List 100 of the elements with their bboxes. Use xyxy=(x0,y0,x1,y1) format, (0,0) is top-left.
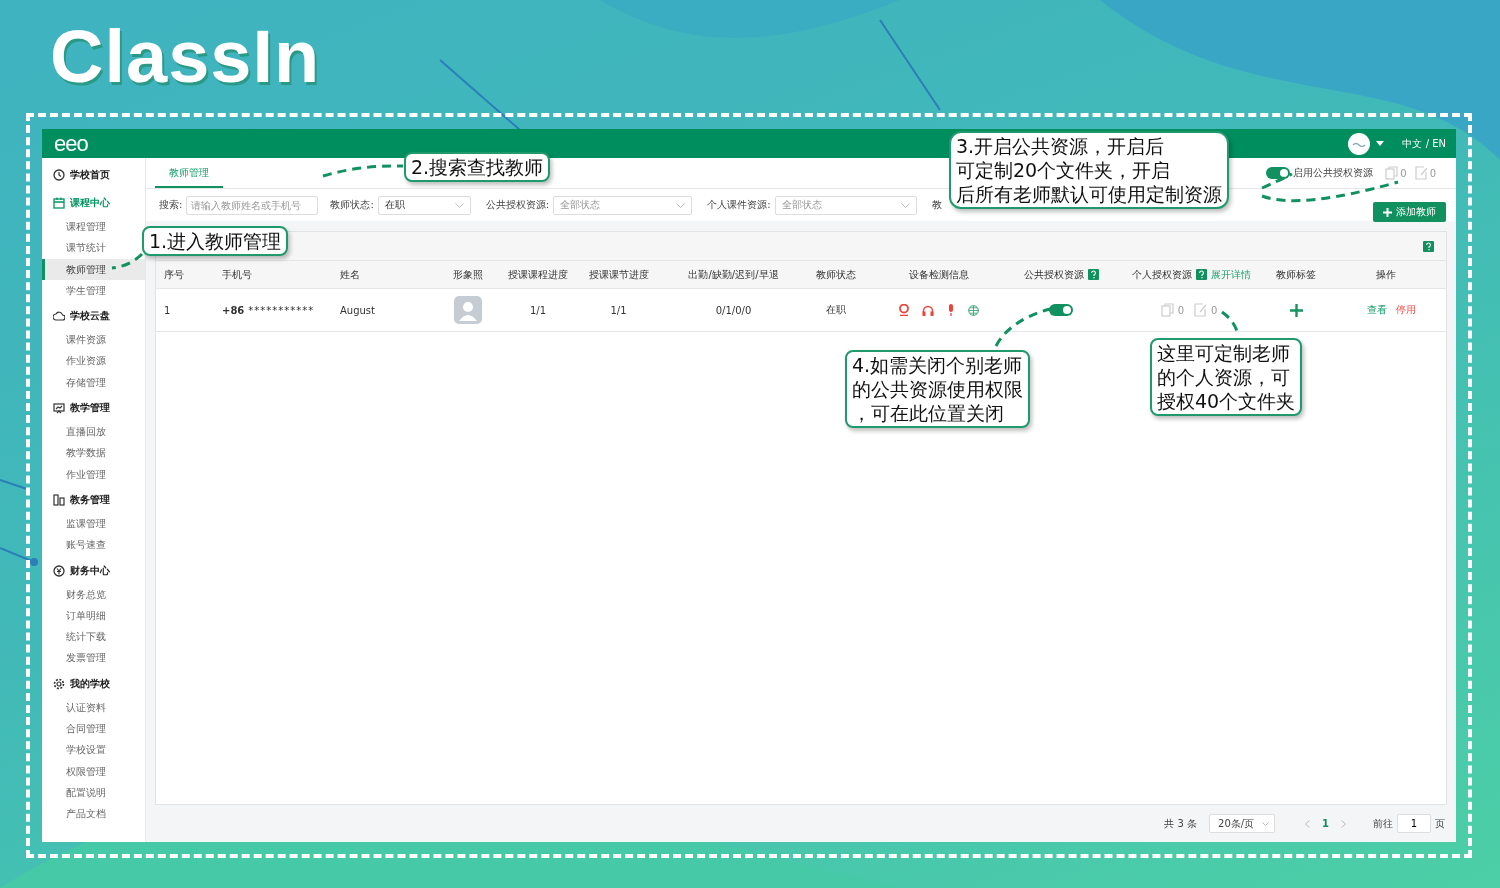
sidebar-item[interactable]: 学生管理 xyxy=(42,279,145,302)
webcam-icon xyxy=(898,304,909,316)
column-header: 公共授权资源 xyxy=(1023,267,1084,282)
brand-logo: ClassIn xyxy=(50,14,321,99)
settings-icon xyxy=(53,677,65,690)
chart-board-icon xyxy=(53,402,65,415)
sidebar-group[interactable]: 教务管理 xyxy=(42,486,145,513)
filter-label: 教 xyxy=(931,198,942,212)
column-header: 手机号 xyxy=(222,267,252,282)
column-header: 教师状态 xyxy=(816,267,856,282)
sidebar-item[interactable]: 账号速查 xyxy=(42,534,145,556)
table-cell: *********** xyxy=(248,304,315,316)
column-header: 姓名 xyxy=(340,267,360,282)
help-icon[interactable] xyxy=(1195,269,1207,280)
disable-link[interactable]: 停用 xyxy=(1395,303,1416,317)
expand-details-link[interactable]: 展开详情 xyxy=(1210,267,1251,282)
chevron-down-icon xyxy=(676,202,686,208)
help-icon[interactable] xyxy=(1087,269,1099,280)
page-input[interactable]: 1 xyxy=(1397,814,1431,833)
sidebar-item[interactable]: 学校设置 xyxy=(42,739,145,761)
yen-icon xyxy=(53,564,65,577)
page-size-select[interactable]: 20条/页 xyxy=(1209,814,1276,833)
table-cell: 1 xyxy=(164,304,171,316)
chevron-down-icon xyxy=(900,202,910,208)
sidebar-group[interactable]: 学校云盘 xyxy=(42,303,145,330)
chevron-down-icon xyxy=(454,202,464,208)
sidebar-item[interactable]: 配置说明 xyxy=(42,781,145,804)
microphone-icon xyxy=(946,304,955,316)
callout-note: 这里可定制老师 的个人资源，可 授权40个文件夹 xyxy=(1150,338,1303,416)
sidebar-item[interactable]: 统计下载 xyxy=(42,626,145,648)
sidebar-group[interactable]: 学校首页 xyxy=(42,162,145,188)
avatar-icon[interactable] xyxy=(1348,132,1371,155)
goto-label: 前往 xyxy=(1373,816,1393,831)
sidebar-item[interactable]: 作业管理 xyxy=(42,463,145,485)
page-number[interactable]: 1 xyxy=(1322,818,1329,829)
callout-note: 4.如需关闭个别老师 的公共资源使用权限 ，可在此位置关闭 xyxy=(845,350,1030,428)
column-header: 个人授权资源 xyxy=(1131,267,1192,282)
sidebar-item[interactable]: 监课管理 xyxy=(42,512,145,535)
app-logo: eeo xyxy=(54,130,88,157)
sidebar-item[interactable]: 产品文档 xyxy=(42,803,145,825)
globe-icon xyxy=(967,304,979,316)
filter-label: 公共授权资源: xyxy=(485,198,550,212)
sidebar-item[interactable]: 教学数据 xyxy=(42,442,145,464)
sidebar-item[interactable]: 存储管理 xyxy=(42,371,145,394)
filter-label: 教师状态: xyxy=(330,198,374,212)
table-cell: 0/1/0/0 xyxy=(715,304,752,316)
filter-label: 搜索: xyxy=(159,198,183,212)
column-header: 授课课程进度 xyxy=(508,267,568,282)
headphones-icon xyxy=(921,304,934,316)
total-count: 共 3 条 xyxy=(1164,816,1198,831)
caret-icon[interactable] xyxy=(1376,141,1385,146)
column-header: 形象照 xyxy=(453,267,483,282)
search-field[interactable]: 请输入教师姓名或手机号 xyxy=(186,195,319,215)
toggle-switch[interactable] xyxy=(1049,304,1073,316)
column-header: 操作 xyxy=(1376,267,1396,282)
count-label: 0 xyxy=(1429,167,1436,179)
callout-note: 1.进入教师管理 xyxy=(142,226,289,256)
table-cell: August xyxy=(340,304,375,316)
column-header: 授课课节进度 xyxy=(588,267,649,282)
sidebar-item[interactable]: 认证资料 xyxy=(42,696,145,719)
sidebar-item[interactable]: 教师管理 xyxy=(42,258,145,280)
sidebar-group[interactable]: 教学管理 xyxy=(42,395,145,422)
table-cell: 1/1 xyxy=(610,304,627,316)
column-header: 设备检测信息 xyxy=(908,267,969,282)
user-avatar-icon xyxy=(454,296,482,324)
sidebar-group[interactable]: 财务中心 xyxy=(42,557,145,584)
sidebar-item[interactable]: 作业资源 xyxy=(42,350,145,372)
sidebar-item[interactable]: 订单明细 xyxy=(42,604,145,627)
sidebar-item[interactable]: 课节统计 xyxy=(42,237,145,259)
sidebar-item[interactable]: 课程管理 xyxy=(42,216,145,238)
count-label: 0 xyxy=(1400,167,1407,179)
filter-label: 个人课件资源: xyxy=(707,198,771,212)
column-header: 序号 xyxy=(164,267,184,282)
table-cell: +86 xyxy=(222,304,245,316)
select-field[interactable]: 在职 xyxy=(377,195,471,215)
count-label: 0 xyxy=(1211,304,1218,316)
decor-dot xyxy=(30,558,38,566)
help-icon[interactable] xyxy=(1423,240,1434,252)
sidebar-item[interactable]: 课件资源 xyxy=(42,329,145,351)
sidebar-group[interactable]: 课程中心 xyxy=(42,190,145,216)
table-cell: 1/1 xyxy=(529,304,547,316)
sidebar-group[interactable]: 我的学校 xyxy=(42,670,145,697)
leader-line xyxy=(111,252,144,270)
add-teacher-button[interactable]: 添加教师 xyxy=(1373,202,1446,222)
count-label: 0 xyxy=(1177,304,1184,316)
view-link[interactable]: 查看 xyxy=(1366,303,1387,317)
sidebar-item[interactable]: 财务总览 xyxy=(42,583,145,605)
table-cell: 在职 xyxy=(826,303,846,317)
sidebar-item[interactable]: 发票管理 xyxy=(42,647,145,669)
cloud-icon xyxy=(53,310,65,323)
toggle-label: 启用公共授权资源 xyxy=(1293,166,1374,180)
sidebar-item[interactable]: 合同管理 xyxy=(42,718,145,740)
sidebar-item[interactable]: 权限管理 xyxy=(42,760,145,782)
add-tag-icon[interactable] xyxy=(1289,303,1303,317)
chevron-down-icon xyxy=(1262,821,1270,826)
callout-note: 2.搜索查找教师 xyxy=(404,152,551,182)
sidebar-item[interactable]: 直播回放 xyxy=(42,421,145,443)
language-link[interactable]: 中文 / EN xyxy=(1402,136,1446,151)
calendar-icon xyxy=(53,197,65,209)
toggle-switch[interactable] xyxy=(1266,167,1291,179)
